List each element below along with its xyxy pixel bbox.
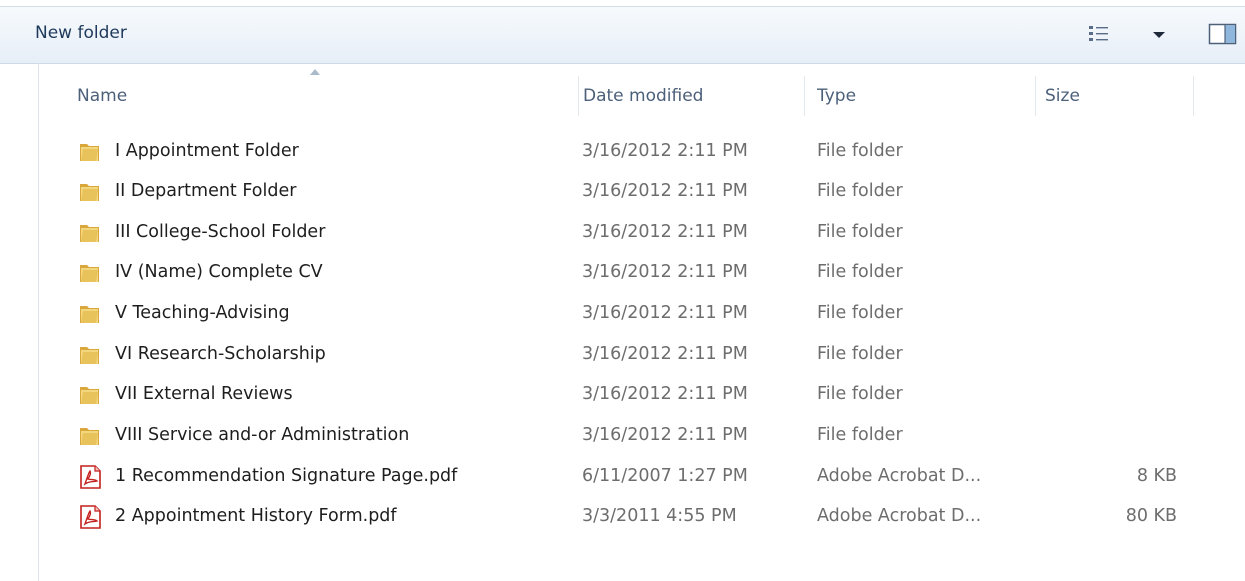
file-type: File folder: [817, 222, 903, 242]
chevron-down-icon: [1153, 32, 1165, 38]
file-name: IV (Name) Complete CV: [115, 262, 323, 282]
file-date-modified: 3/16/2012 2:11 PM: [582, 141, 748, 161]
file-size: 80 KB: [1125, 506, 1177, 526]
column-header-type[interactable]: Type: [805, 70, 1035, 120]
file-row[interactable]: 2 Appointment History Form.pdf 3/3/2011 …: [40, 497, 1200, 537]
file-date-modified: 3/16/2012 2:11 PM: [582, 181, 748, 201]
command-bar: New folder: [0, 7, 1245, 64]
file-row[interactable]: VI Research-Scholarship 3/16/2012 2:11 P…: [40, 335, 1200, 375]
folder-icon: [78, 424, 104, 448]
file-type: File folder: [817, 141, 903, 161]
file-name: II Department Folder: [115, 181, 297, 201]
file-name: V Teaching-Advising: [115, 303, 290, 323]
pdf-icon: [78, 505, 104, 529]
file-row[interactable]: II Department Folder 3/16/2012 2:11 PM F…: [40, 172, 1200, 212]
file-name: VII External Reviews: [115, 384, 293, 404]
file-type: File folder: [817, 262, 903, 282]
column-header-name[interactable]: Name: [40, 69, 578, 120]
view-options-dropdown[interactable]: [1150, 27, 1168, 43]
file-name: III College-School Folder: [115, 222, 326, 242]
file-row[interactable]: V Teaching-Advising 3/16/2012 2:11 PM Fi…: [40, 294, 1200, 334]
column-header-date-label: Date modified: [583, 86, 704, 106]
file-name: 1 Recommendation Signature Page.pdf: [115, 466, 458, 486]
preview-pane-icon: [1208, 23, 1237, 45]
file-row[interactable]: III College-School Folder 3/16/2012 2:11…: [40, 213, 1200, 253]
file-type: File folder: [817, 303, 903, 323]
file-date-modified: 3/3/2011 4:55 PM: [582, 506, 737, 526]
folder-icon: [78, 221, 104, 245]
file-type: Adobe Acrobat D...: [817, 506, 982, 526]
folder-icon: [78, 180, 104, 204]
folder-icon: [78, 302, 104, 326]
file-row[interactable]: VII External Reviews 3/16/2012 2:11 PM F…: [40, 375, 1200, 415]
preview-pane-button[interactable]: [1208, 23, 1238, 45]
file-row[interactable]: I Appointment Folder 3/16/2012 2:11 PM F…: [40, 132, 1200, 172]
column-header-row: Name Date modified Type Size: [40, 69, 1200, 120]
file-row[interactable]: VIII Service and-or Administration 3/16/…: [40, 416, 1200, 456]
file-date-modified: 6/11/2007 1:27 PM: [582, 466, 748, 486]
column-header-date-modified[interactable]: Date modified: [579, 70, 804, 120]
folder-icon: [78, 343, 104, 367]
file-date-modified: 3/16/2012 2:11 PM: [582, 303, 748, 323]
column-header-size-label: Size: [1045, 86, 1080, 106]
file-date-modified: 3/16/2012 2:11 PM: [582, 262, 748, 282]
details-view-icon: [1089, 26, 1108, 41]
window-top-border: [0, 0, 1245, 7]
new-folder-button[interactable]: New folder: [35, 23, 127, 43]
column-header-name-label: Name: [77, 86, 128, 106]
column-header-type-label: Type: [817, 86, 857, 106]
folder-icon: [78, 383, 104, 407]
file-type: File folder: [817, 384, 903, 404]
file-name: 2 Appointment History Form.pdf: [115, 506, 397, 526]
file-type: File folder: [817, 181, 903, 201]
file-type: Adobe Acrobat D...: [817, 466, 982, 486]
column-header-size[interactable]: Size: [1036, 70, 1193, 120]
file-size: 8 KB: [1136, 466, 1177, 486]
change-view-button[interactable]: [1088, 24, 1110, 44]
folder-icon: [78, 261, 104, 285]
file-date-modified: 3/16/2012 2:11 PM: [582, 344, 748, 364]
pdf-icon: [78, 465, 104, 489]
file-row[interactable]: 1 Recommendation Signature Page.pdf 6/11…: [40, 457, 1200, 497]
file-date-modified: 3/16/2012 2:11 PM: [582, 222, 748, 242]
file-name: VIII Service and-or Administration: [115, 425, 410, 445]
sort-ascending-icon: [310, 69, 320, 75]
file-type: File folder: [817, 344, 903, 364]
file-date-modified: 3/16/2012 2:11 PM: [582, 425, 748, 445]
nav-pane-divider[interactable]: [38, 63, 39, 581]
file-name: VI Research-Scholarship: [115, 344, 326, 364]
folder-icon: [78, 140, 104, 164]
file-date-modified: 3/16/2012 2:11 PM: [582, 384, 748, 404]
file-row[interactable]: IV (Name) Complete CV 3/16/2012 2:11 PM …: [40, 253, 1200, 293]
file-type: File folder: [817, 425, 903, 445]
column-divider[interactable]: [1193, 76, 1194, 116]
file-name: I Appointment Folder: [115, 141, 299, 161]
